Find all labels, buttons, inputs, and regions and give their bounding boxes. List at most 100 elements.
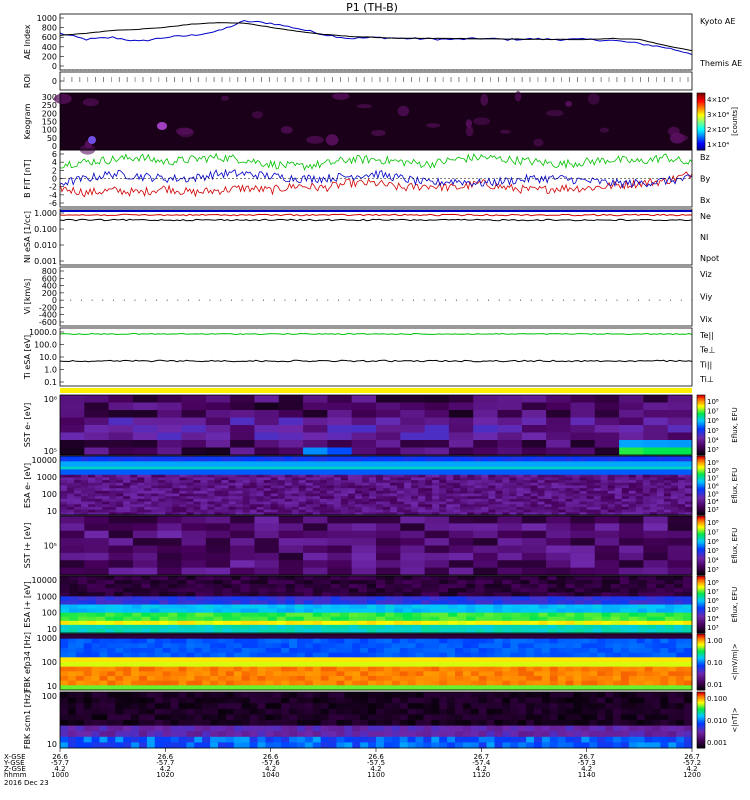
spectro-cell [655,576,666,581]
spectro-cell [327,395,353,403]
spectro-cell [390,496,398,500]
spectro-cell [213,580,223,585]
spectro-cell [242,488,250,492]
spectro-cell [614,472,623,476]
spectro-cell [399,671,408,677]
spectro-cell [636,638,645,644]
spectro-cell [249,648,258,654]
spectro-cell [439,608,449,614]
spectro-cell [222,596,232,601]
spectro-cell [277,466,286,470]
spectro-cell [556,592,566,597]
spectro-cell [273,643,282,649]
spectro-cell [684,464,693,468]
spectro-cell [241,680,250,686]
panel-ylabel: Vi [km/s] [23,279,32,315]
spectro-cell [670,477,679,481]
spectro-cell [60,482,68,486]
spectro-cell [368,498,377,502]
spectro-cell [655,580,666,585]
spectro-cell [610,608,621,614]
spectro-cell [663,498,672,502]
spectro-cell [670,461,679,465]
spectro-cell [205,425,231,433]
spectro-cell [628,652,638,658]
spectro-cell [495,456,503,460]
spectro-cell [233,638,243,644]
spectro-cell [383,648,393,654]
spectro-cell [193,482,201,486]
spectro-cell [294,608,305,614]
spectro-cell [643,402,669,411]
spectro-cell [497,552,523,561]
y-tick-label: 10.0 [39,353,57,362]
spectro-cell [572,482,581,486]
spectro-cell [150,576,160,581]
spectro-cell [607,464,616,468]
spectro-cell [60,662,69,668]
spectro-cell [352,652,361,658]
spectro-cell [312,461,321,465]
spectro-cell [565,580,576,585]
spectro-cell [523,488,531,492]
spectro-cell [348,584,359,589]
spectro-cell [249,634,258,640]
spectro-cell [233,657,243,663]
spectro-cell [168,608,178,614]
spectro-cell [263,482,272,486]
spectro-cell [304,652,314,658]
spectro-cell [116,501,124,505]
spectro-cell [228,466,236,470]
spectro-cell [116,498,124,502]
spectro-cell [213,584,223,589]
spectro-cell [194,638,203,644]
spectro-cell [218,638,227,644]
spectro-cell [467,482,475,486]
spectro-cell [352,643,361,649]
spectro-cell [544,464,552,468]
panel-ylabel: SST e- [eV] [23,403,32,448]
spectro-cell [394,620,404,626]
spectro-cell [273,666,282,672]
spectro-cell [108,425,134,433]
panel-ylabel: B FIT [nT] [23,159,32,198]
spectro-cell [78,584,88,589]
spectro-cell [289,680,298,686]
spectro-cell [60,530,85,539]
spectro-cell [348,612,359,618]
spectro-cell [141,580,151,585]
vel-point [284,299,286,301]
spectro-cell [649,469,658,473]
spectro-cell [394,576,404,581]
spectro-cell [486,638,495,644]
spectro-cell [297,680,306,686]
spectro-cell [368,469,377,473]
spectro-cell [448,552,474,561]
spectro-cell [267,592,278,597]
spectro-cell [502,680,511,686]
spectro-cell [249,662,258,668]
spectro-cell [60,612,70,618]
spectro-cell [497,410,523,418]
spectro-cell [488,493,496,497]
spectro-cell [305,493,314,497]
spectro-cell [581,638,590,644]
spectro-cell [144,485,152,489]
panel-vel: Vi [km/s]8006004002000-200-400-600VizViy… [23,266,713,327]
spectro-cell [391,648,401,654]
spectro-cell [249,588,260,593]
spectro-cell [276,584,287,589]
spectro-cell [431,648,440,654]
spectro-cell [257,643,266,649]
spectro-cell [556,576,566,581]
spectro-cell [424,425,450,433]
spectro-cell [186,600,196,605]
spectro-cell [605,662,614,668]
spectro-cell [312,588,323,593]
spectro-cell [74,490,82,494]
spectro-cell [205,545,231,554]
spectro-cell [579,456,588,460]
spectro-cell [412,608,422,614]
spectro-cell [357,596,368,601]
spectro-cell [421,576,431,581]
